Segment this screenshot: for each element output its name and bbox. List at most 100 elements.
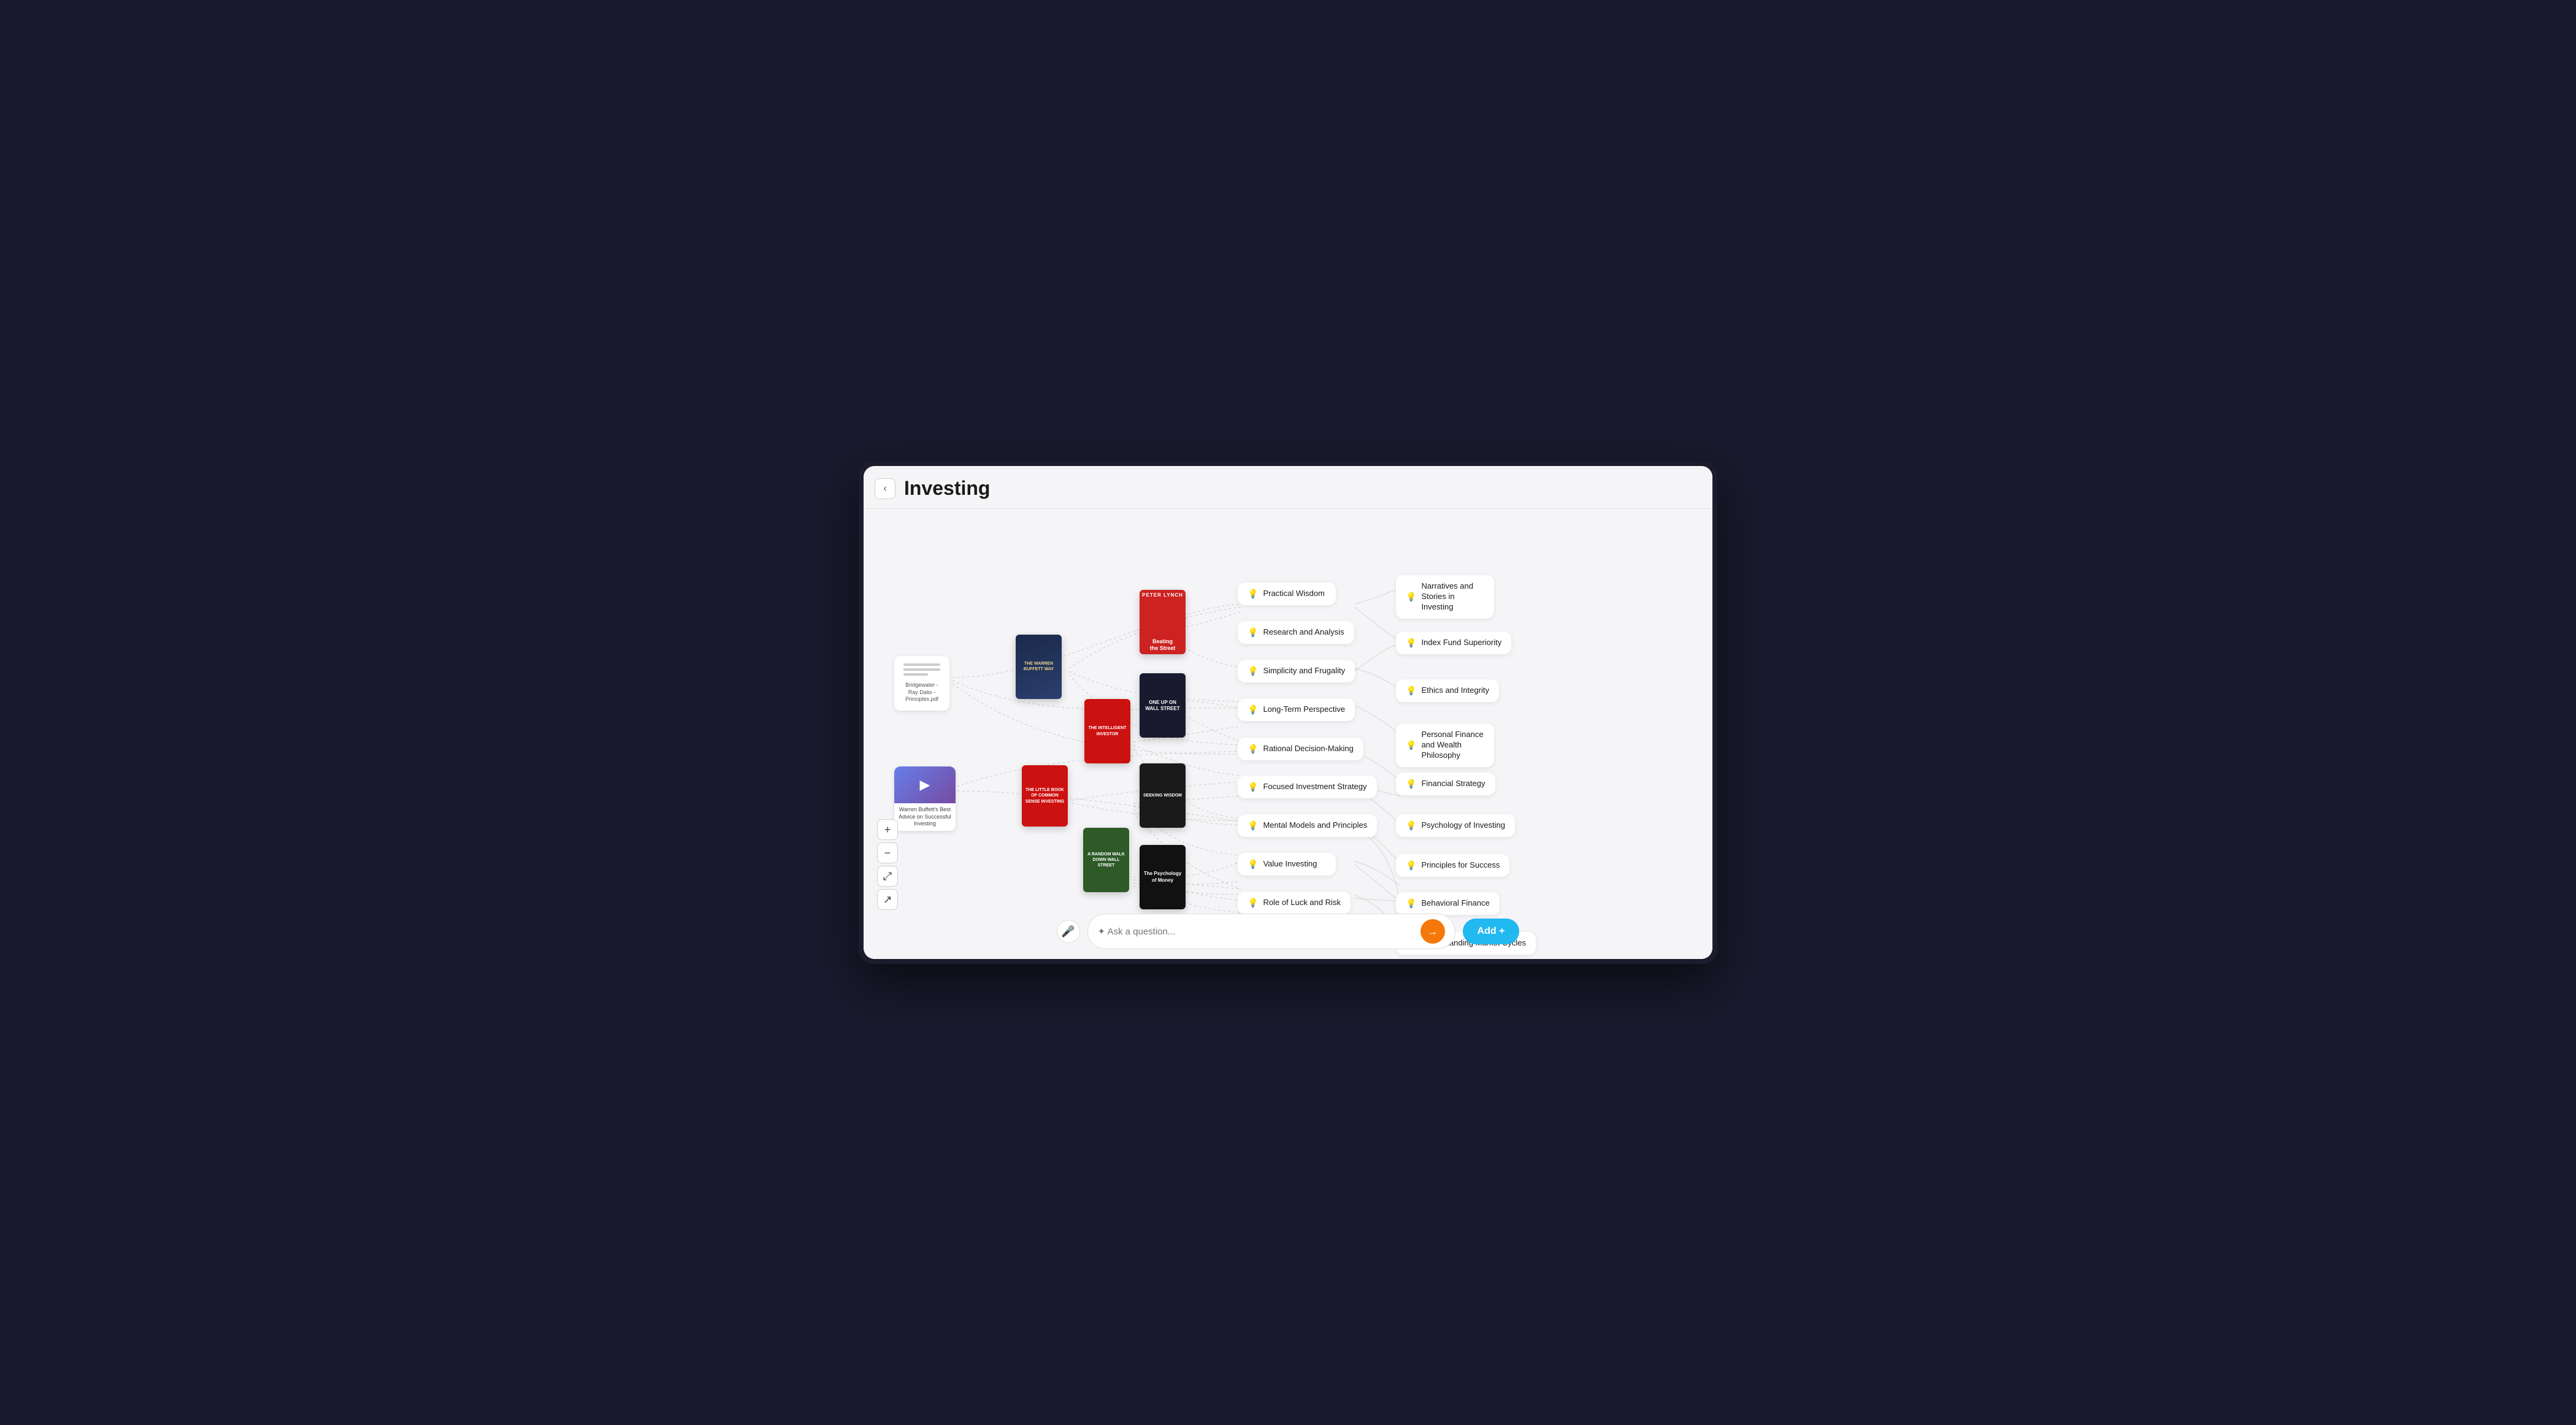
- cover-title: The Psychology of Money: [1143, 871, 1183, 884]
- topic-label: Rational Decision-Making: [1263, 744, 1353, 754]
- topic-focused-investment[interactable]: 💡 Focused Investment Strategy: [1238, 776, 1377, 798]
- share-button[interactable]: ↗: [877, 889, 898, 910]
- topic-index-fund[interactable]: 💡 Index Fund Superiority: [1396, 632, 1511, 654]
- topic-label: Mental Models and Principles: [1263, 820, 1367, 831]
- doc-line: [903, 668, 940, 671]
- seeking-wisdom-cover: SEEKING WISDOM: [1140, 763, 1186, 828]
- one-up-cover: ONE UP ON WALL STREET: [1140, 673, 1186, 738]
- topic-long-term[interactable]: 💡 Long-Term Perspective: [1238, 698, 1355, 721]
- topic-value-investing[interactable]: 💡 Value Investing: [1238, 853, 1336, 876]
- cover-title: A RANDOM WALK DOWN WALL STREET: [1086, 852, 1126, 868]
- send-button[interactable]: →: [1420, 919, 1445, 944]
- topic-icon: 💡: [1248, 898, 1258, 908]
- doc-lines: [903, 663, 940, 678]
- zoom-out-button[interactable]: −: [877, 842, 898, 863]
- bridgewater-doc-node[interactable]: Bridgewater - Ray Dalio - Principles.pdf: [894, 656, 949, 711]
- topic-icon: 💡: [1406, 779, 1416, 789]
- ask-input[interactable]: [1098, 926, 1414, 937]
- peter-lynch-book[interactable]: Beatingthe Street: [1140, 590, 1186, 657]
- mic-button[interactable]: 🎤: [1057, 920, 1080, 943]
- intelligent-investor-cover: THE INTELLIGENT INVESTOR: [1084, 699, 1130, 763]
- topic-behavioral-finance[interactable]: 💡 Behavioral Finance: [1396, 892, 1500, 915]
- back-button[interactable]: ‹: [875, 478, 895, 499]
- doc-line: [903, 663, 940, 666]
- seeking-wisdom-book[interactable]: SEEKING WISDOM: [1140, 763, 1186, 831]
- one-up-book[interactable]: ONE UP ON WALL STREET: [1140, 673, 1186, 741]
- cover-subtitle: Beatingthe Street: [1142, 638, 1183, 652]
- fit-button[interactable]: ⤢: [877, 866, 898, 887]
- warren-video-node[interactable]: ▶ Warren Buffett's Best Advice on Succes…: [894, 766, 956, 831]
- topic-personal-finance[interactable]: 💡 Personal Finance and Wealth Philosophy: [1396, 724, 1494, 767]
- topic-icon: 💡: [1248, 705, 1258, 715]
- common-sense-cover: THE LITTLE BOOK OF COMMON SENSE INVESTIN…: [1022, 765, 1068, 827]
- random-walk-book[interactable]: A RANDOM WALK DOWN WALL STREET: [1083, 828, 1129, 895]
- topic-label: Value Investing: [1263, 859, 1317, 869]
- topic-research-analysis[interactable]: 💡 Research and Analysis: [1238, 621, 1354, 644]
- topic-label: Personal Finance and Wealth Philosophy: [1421, 730, 1484, 761]
- topic-icon: 💡: [1406, 740, 1416, 751]
- app-window: ‹ Investing .conn { stroke: #bbb; stroke…: [859, 461, 1717, 964]
- topic-icon: 💡: [1248, 782, 1258, 792]
- topic-ethics-integrity[interactable]: 💡 Ethics and Integrity: [1396, 679, 1499, 702]
- canvas-area: .conn { stroke: #bbb; stroke-width: 1; f…: [864, 509, 1712, 959]
- topic-icon: 💡: [1406, 686, 1416, 696]
- psychology-money-book[interactable]: The Psychology of Money: [1140, 845, 1186, 912]
- topic-icon: 💡: [1248, 820, 1258, 831]
- page-title: Investing: [904, 477, 990, 500]
- topic-label: Psychology of Investing: [1421, 820, 1505, 831]
- input-container: →: [1087, 914, 1455, 949]
- topic-label: Research and Analysis: [1263, 627, 1344, 638]
- topic-label: Simplicity and Frugality: [1263, 666, 1345, 676]
- topic-label: Behavioral Finance: [1421, 898, 1489, 909]
- cover-title: THE INTELLIGENT INVESTOR: [1087, 725, 1128, 736]
- topic-icon: 💡: [1248, 666, 1258, 676]
- topic-icon: 💡: [1406, 638, 1416, 648]
- topic-label: Principles for Success: [1421, 860, 1500, 871]
- topic-label: Narratives and Stories in Investing: [1421, 581, 1484, 613]
- topic-icon: 💡: [1248, 589, 1258, 599]
- topic-psychology-investing[interactable]: 💡 Psychology of Investing: [1396, 814, 1515, 837]
- doc-line: [903, 673, 928, 676]
- topic-role-luck-risk[interactable]: 💡 Role of Luck and Risk: [1238, 892, 1351, 914]
- random-walk-cover: A RANDOM WALK DOWN WALL STREET: [1083, 828, 1129, 892]
- cover-title: ONE UP ON WALL STREET: [1143, 700, 1183, 711]
- topic-label: Focused Investment Strategy: [1263, 782, 1367, 792]
- topic-practical-wisdom[interactable]: 💡 Practical Wisdom: [1238, 583, 1336, 605]
- topic-rational-decision[interactable]: 💡 Rational Decision-Making: [1238, 738, 1363, 760]
- topic-icon: 💡: [1406, 820, 1416, 831]
- topic-principles-success[interactable]: 💡 Principles for Success: [1396, 854, 1509, 877]
- intelligent-investor-book[interactable]: THE INTELLIGENT INVESTOR: [1084, 699, 1130, 766]
- cover-title: THE WARREN BUFFETT WAY: [1019, 662, 1058, 672]
- topic-icon: 💡: [1248, 744, 1258, 754]
- zoom-in-button[interactable]: +: [877, 819, 898, 840]
- warren-buffett-way-book[interactable]: THE WARREN BUFFETT WAY: [1016, 635, 1062, 702]
- bridgewater-doc-label: Bridgewater - Ray Dalio - Principles.pdf: [900, 682, 943, 703]
- topic-mental-models[interactable]: 💡 Mental Models and Principles: [1238, 814, 1377, 837]
- zoom-controls: + − ⤢ ↗: [877, 819, 898, 910]
- topic-icon: 💡: [1248, 859, 1258, 869]
- topic-label: Financial Strategy: [1421, 779, 1485, 789]
- app-inner: ‹ Investing .conn { stroke: #bbb; stroke…: [864, 466, 1712, 959]
- common-sense-book[interactable]: THE LITTLE BOOK OF COMMON SENSE INVESTIN…: [1022, 765, 1068, 830]
- topic-label: Ethics and Integrity: [1421, 686, 1489, 696]
- topic-icon: 💡: [1406, 592, 1416, 602]
- bottom-bar: 🎤 → Add +: [864, 914, 1712, 949]
- warren-video-label: Warren Buffett's Best Advice on Successf…: [894, 803, 956, 831]
- topic-narratives-stories[interactable]: 💡 Narratives and Stories in Investing: [1396, 575, 1494, 619]
- topic-label: Role of Luck and Risk: [1263, 898, 1340, 908]
- cover-title: THE LITTLE BOOK OF COMMON SENSE INVESTIN…: [1025, 787, 1065, 804]
- topic-label: Long-Term Perspective: [1263, 705, 1345, 715]
- topic-icon: 💡: [1406, 860, 1416, 871]
- topic-financial-strategy[interactable]: 💡 Financial Strategy: [1396, 773, 1495, 795]
- back-icon: ‹: [883, 483, 886, 494]
- warren-buffett-way-cover: THE WARREN BUFFETT WAY: [1016, 635, 1062, 699]
- topic-icon: 💡: [1248, 627, 1258, 638]
- topic-icon: 💡: [1406, 898, 1416, 909]
- cover-title: SEEKING WISDOM: [1143, 793, 1182, 798]
- topic-simplicity-frugality[interactable]: 💡 Simplicity and Frugality: [1238, 660, 1355, 682]
- peter-lynch-cover: Beatingthe Street: [1140, 590, 1186, 654]
- add-button[interactable]: Add +: [1463, 919, 1520, 944]
- psychology-money-cover: The Psychology of Money: [1140, 845, 1186, 909]
- topic-label: Index Fund Superiority: [1421, 638, 1501, 648]
- header: ‹ Investing: [864, 466, 1712, 509]
